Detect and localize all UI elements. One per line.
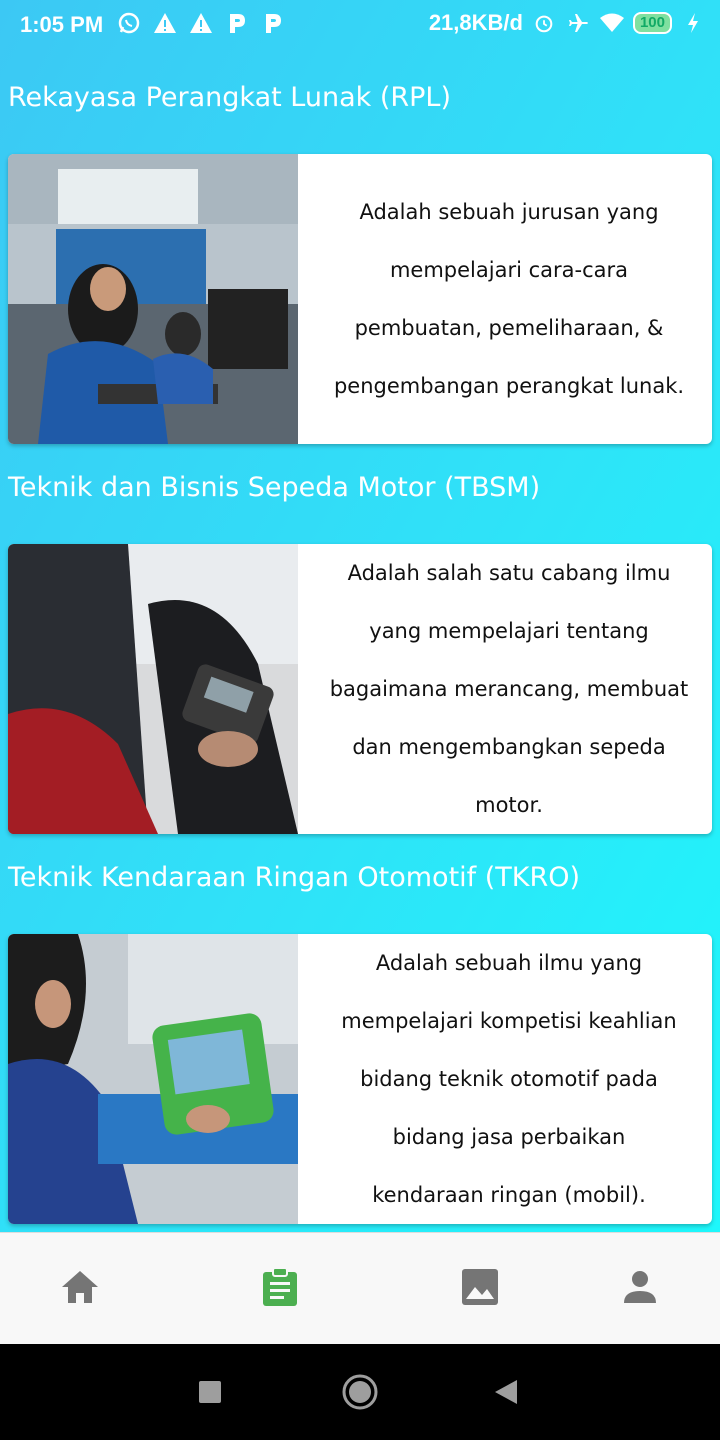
section-title-rpl: Rekayasa Perangkat Lunak (RPL) [8,82,451,113]
rpl-description: Adalah sebuah jurusan yang mempelajari c… [306,154,712,444]
system-navigation-bar [0,1344,720,1440]
back-button[interactable] [484,1370,528,1414]
description-line: mempelajari cara-cara [389,258,629,282]
card-rpl[interactable]: Adalah sebuah jurusan yang mempelajari c… [8,154,712,444]
circle-icon [342,1374,378,1410]
nav-home[interactable] [56,1263,104,1311]
battery-icon: 100 [632,12,672,34]
network-speed: 21,8KB/d [428,10,523,35]
image-icon [462,1269,498,1305]
tkro-description: Adalah sebuah ilmu yang mempelajari komp… [306,934,712,1224]
description-line: bidang jasa perbaikan [392,1125,626,1149]
warning-icon [188,10,214,36]
rpl-photo [8,154,298,444]
warning-icon [152,10,178,36]
description-line: Adalah sebuah ilmu yang [375,951,643,975]
clipboard-icon [263,1267,297,1306]
person-icon [624,1271,656,1303]
square-icon [199,1381,221,1403]
airplane-icon [565,10,591,36]
tbsm-photo [8,544,298,834]
description-line: dan mengembangkan sepeda [352,735,666,759]
bottom-navigation [0,1232,720,1345]
p-icon [260,10,286,36]
description-line: kendaraan ringan (mobil). [372,1183,646,1207]
wifi-icon [599,10,625,36]
status-bar: 1:05 PM 21,8KB/d 100 [0,0,720,48]
p-icon [224,10,250,36]
nav-gallery[interactable] [456,1263,504,1311]
description-line: bagaimana merancang, membuat [329,677,689,701]
description-line: Adalah salah satu cabang ilmu [347,561,671,585]
back-triangle-icon [495,1380,517,1404]
charging-icon [680,10,706,36]
card-tbsm[interactable]: Adalah salah satu cabang ilmu yang mempe… [8,544,712,834]
nav-clipboard[interactable] [256,1263,304,1311]
description-line: bidang teknik otomotif pada [360,1067,658,1091]
home-icon [62,1271,98,1303]
description-line: pengembangan perangkat lunak. [333,374,685,398]
section-title-tbsm: Teknik dan Bisnis Sepeda Motor (TBSM) [8,472,541,503]
section-title-tkro: Teknik Kendaraan Ringan Otomotif (TKRO) [8,862,581,893]
home-button[interactable] [338,1370,382,1414]
tkro-photo [8,934,298,1224]
description-line: Adalah sebuah jurusan yang [359,200,659,224]
whatsapp-icon [116,10,142,36]
tbsm-description: Adalah salah satu cabang ilmu yang mempe… [306,544,712,834]
description-line: yang mempelajari tentang [369,619,649,643]
description-line: mempelajari kompetisi keahlian [341,1009,677,1033]
recents-button[interactable] [188,1370,232,1414]
card-tkro[interactable]: Adalah sebuah ilmu yang mempelajari komp… [8,934,712,1224]
description-line: pembuatan, pemeliharaan, & [354,316,664,340]
alarm-icon [531,10,557,36]
status-time: 1:05 PM [20,12,104,37]
description-line: motor. [475,793,543,817]
nav-profile[interactable] [616,1263,664,1311]
